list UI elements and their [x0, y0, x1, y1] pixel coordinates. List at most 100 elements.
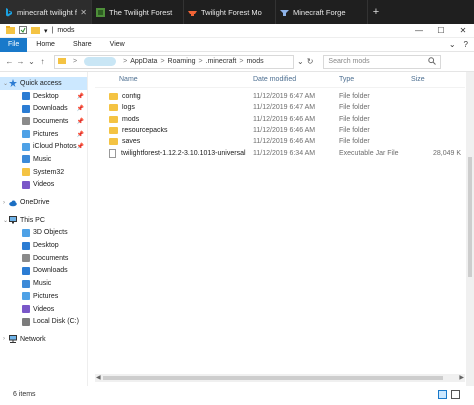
nav-onedrive[interactable]: › OneDrive — [0, 196, 87, 209]
nav-item-downloads[interactable]: Downloads 📌 — [0, 102, 87, 115]
nav-label: This PC — [20, 216, 45, 224]
scroll-left-icon[interactable]: ◀ — [96, 374, 101, 381]
pin-icon[interactable]: 📌 — [77, 118, 84, 125]
ribbon-view-tab[interactable]: View — [101, 41, 134, 48]
pin-icon[interactable]: 📌 — [77, 143, 84, 150]
close-tab-icon[interactable]: ✕ — [80, 8, 87, 17]
expand-chevron-icon[interactable]: › — [3, 336, 5, 342]
close-button[interactable]: ✕ — [452, 26, 474, 35]
file-row[interactable]: config 11/12/2019 6:47 AM File folder — [95, 91, 465, 102]
maximize-button[interactable]: ☐ — [430, 26, 452, 35]
file-type: Executable Jar File — [339, 149, 399, 157]
breadcrumb-appdata[interactable]: AppData — [130, 58, 157, 65]
breadcrumb-separator: > — [239, 58, 244, 65]
expand-chevron-icon[interactable]: › — [3, 200, 5, 206]
properties-icon[interactable] — [19, 25, 27, 36]
column-name[interactable]: Name — [95, 76, 253, 83]
nav-item-documents[interactable]: Documents 📌 — [0, 115, 87, 128]
redacted-username — [84, 57, 117, 66]
vertical-scrollbar[interactable] — [466, 72, 474, 386]
ribbon-home-tab[interactable]: Home — [27, 41, 64, 48]
file-row[interactable]: resourcepacks 11/12/2019 6:46 AM File fold… — [95, 125, 465, 136]
file-name: logs — [122, 104, 135, 112]
curseforge-icon — [188, 8, 197, 17]
nav-this-pc[interactable]: ⌄ This PC — [0, 214, 87, 227]
pin-icon[interactable]: 📌 — [77, 93, 84, 100]
horizontal-scrollbar[interactable]: ◀ ▶ — [95, 374, 465, 382]
new-tab-button[interactable]: + — [368, 0, 384, 24]
nav-item-icloud-photos[interactable]: iCloud Photos 📌 — [0, 140, 87, 153]
breadcrumb-minecraft[interactable]: .minecraft — [206, 58, 237, 65]
music-icon — [22, 279, 30, 288]
pin-icon[interactable]: 📌 — [77, 105, 84, 112]
large-icons-view-icon[interactable] — [451, 390, 460, 399]
nav-item-music[interactable]: Music — [0, 277, 87, 290]
expand-ribbon-icon[interactable]: ⌄ — [449, 40, 456, 49]
file-date: 11/12/2019 6:34 AM — [253, 149, 316, 157]
help-icon[interactable]: ? — [464, 40, 468, 49]
nav-label: Pictures — [33, 130, 59, 138]
nav-item-desktop[interactable]: Desktop — [0, 239, 87, 252]
nav-item-documents[interactable]: Documents — [0, 252, 87, 265]
breadcrumb-mods[interactable]: mods — [246, 58, 263, 65]
breadcrumb-roaming[interactable]: Roaming — [168, 58, 196, 65]
nav-item-desktop[interactable]: Desktop 📌 — [0, 90, 87, 103]
file-type: File folder — [339, 104, 370, 112]
ribbon-file-tab[interactable]: File — [0, 37, 28, 52]
file-row[interactable]: saves 11/12/2019 6:46 AM File folder — [95, 136, 465, 147]
minimize-button[interactable]: — — [408, 26, 430, 35]
file-name: twilightforest-1.12.2-3.10.1013-universa… — [121, 149, 246, 157]
nav-label: Music — [33, 280, 52, 288]
column-type[interactable]: Type — [339, 76, 411, 83]
browser-tab[interactable]: Minecraft Forge — [276, 0, 368, 24]
twilight-forest-icon — [96, 7, 105, 17]
chevron-down-icon[interactable]: ▾ — [44, 27, 48, 35]
nav-quick-access[interactable]: ⌄ Quick access — [0, 77, 87, 90]
address-bar[interactable]: > > AppData > Roaming > .minecraft > mod… — [54, 54, 294, 69]
forward-arrow-icon[interactable]: → — [15, 57, 26, 66]
search-input[interactable]: Search mods — [328, 58, 428, 65]
new-folder-icon[interactable] — [31, 26, 40, 36]
column-date-modified[interactable]: Date modified — [253, 76, 339, 83]
scrollbar-thumb[interactable] — [103, 376, 443, 380]
up-arrow-icon[interactable]: ↑ — [37, 57, 48, 66]
file-row[interactable]: mods 11/12/2019 6:46 AM File folder — [95, 114, 465, 125]
file-name: mods — [122, 115, 140, 123]
nav-item-videos[interactable]: Videos — [0, 179, 87, 192]
browser-tab[interactable]: minecraft twilight f ✕ — [0, 0, 92, 24]
desktop-icon — [22, 92, 30, 101]
nav-item-3d-objects[interactable]: 3D Objects — [0, 227, 87, 240]
browser-tab[interactable]: The Twilight Forest — [92, 0, 184, 24]
videos-icon — [22, 305, 30, 314]
nav-item-local-disk-c[interactable]: Local Disk (C:) — [0, 315, 87, 328]
expand-chevron-icon[interactable]: ⌄ — [3, 80, 8, 87]
scrollbar-thumb[interactable] — [468, 157, 472, 277]
pin-icon[interactable]: 📌 — [77, 131, 84, 138]
nav-label: Network — [20, 335, 46, 343]
file-row[interactable]: twilightforest-1.12.2-3.10.1013-universa… — [95, 147, 465, 158]
search-box[interactable]: Search mods — [323, 54, 442, 69]
nav-label: Music — [33, 155, 52, 163]
file-type: File folder — [339, 138, 370, 146]
nav-item-downloads[interactable]: Downloads — [0, 265, 87, 278]
recent-locations-icon[interactable]: ⌄ — [26, 57, 37, 66]
ribbon-share-tab[interactable]: Share — [64, 41, 101, 48]
nav-item-system32[interactable]: System32 — [0, 166, 87, 179]
scroll-right-icon[interactable]: ▶ — [459, 374, 464, 381]
file-name-cell: twilightforest-1.12.2-3.10.1013-universa… — [95, 148, 253, 158]
folder-icon — [109, 93, 118, 101]
nav-item-music[interactable]: Music — [0, 153, 87, 166]
file-explorer-window: ▾ | mods — ☐ ✕ File Home Share View ⌄ ? … — [0, 24, 474, 405]
expand-chevron-icon[interactable]: ⌄ — [3, 217, 8, 224]
file-row[interactable]: logs 11/12/2019 6:47 AM File folder — [95, 102, 465, 113]
refresh-icon[interactable]: ↻ — [307, 57, 314, 66]
details-view-icon[interactable] — [438, 390, 447, 399]
dropdown-icon[interactable]: ⌄ — [297, 57, 304, 66]
nav-item-pictures[interactable]: Pictures — [0, 290, 87, 303]
browser-tab[interactable]: Twilight Forest Mo — [184, 0, 276, 24]
back-arrow-icon[interactable]: ← — [4, 57, 15, 66]
column-size[interactable]: Size — [411, 76, 465, 83]
nav-network[interactable]: › Network — [0, 333, 87, 346]
nav-item-videos[interactable]: Videos — [0, 303, 87, 316]
nav-item-pictures[interactable]: Pictures 📌 — [0, 128, 87, 141]
